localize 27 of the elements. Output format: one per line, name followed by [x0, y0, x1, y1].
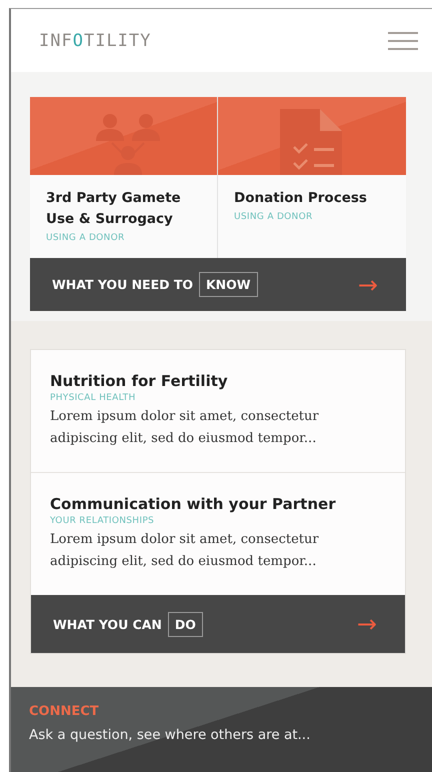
article-title: Nutrition for Fertility	[50, 372, 229, 390]
cta-label: WHAT YOU NEED TO	[52, 277, 193, 292]
cta-bar[interactable]: WHAT YOU NEED TO KNOW →	[30, 258, 406, 311]
connect-text: Ask a question, see where others are at...	[29, 727, 312, 743]
card-title: Donation Process	[234, 189, 368, 208]
cta-label: WHAT YOU CAN	[53, 616, 162, 632]
arrow-icon: →	[358, 272, 378, 296]
arrow-icon: →	[356, 612, 377, 636]
category-label: USING A DONOR	[234, 212, 314, 222]
connect-banner[interactable]: CONNECT Ask a question, see where others are at...	[11, 687, 432, 772]
menu-button[interactable]	[388, 30, 418, 50]
category-label: YOUR RELATIONSHIPS	[50, 516, 156, 526]
connect-title: CONNECT	[29, 704, 100, 719]
card-title: 3rd Party Gamete Use & Surrogacy	[46, 189, 182, 229]
category-label: USING A DONOR	[46, 233, 126, 243]
article-excerpt: Lorem ipsum dolor sit amet, consectetur adipiscing elit, sed do eiusmod tempor...	[50, 531, 320, 571]
article-item[interactable]: Nutrition for Fertility PHYSICAL HEALTH Lorem ipsum dolor sit amet, consectetur adipiscing elit, sed do eiusmod tempor...	[31, 350, 405, 473]
menu-icon	[388, 30, 418, 50]
article-excerpt: Lorem ipsum dolor sit amet, consectetur adipiscing elit, sed do eiusmod tempor...	[50, 408, 320, 448]
boxed-word: KNOW	[199, 272, 258, 297]
category-label: PHYSICAL HEALTH	[50, 393, 137, 403]
cta-bar[interactable]: WHAT YOU CAN DO →	[31, 595, 405, 653]
article-item[interactable]: Communication with your Partner YOUR RELATIONSHIPS Lorem ipsum dolor sit amet, consectetur adipiscing elit, sed do eiusmod tempor...	[31, 473, 405, 595]
topic-card[interactable]: Donation Process USING A DONOR	[218, 97, 406, 258]
article-title: Communication with your Partner	[50, 495, 337, 513]
topic-card[interactable]: 3rd Party Gamete Use & Surrogacy USING A DONOR	[30, 97, 218, 258]
boxed-word: DO	[168, 612, 203, 636]
